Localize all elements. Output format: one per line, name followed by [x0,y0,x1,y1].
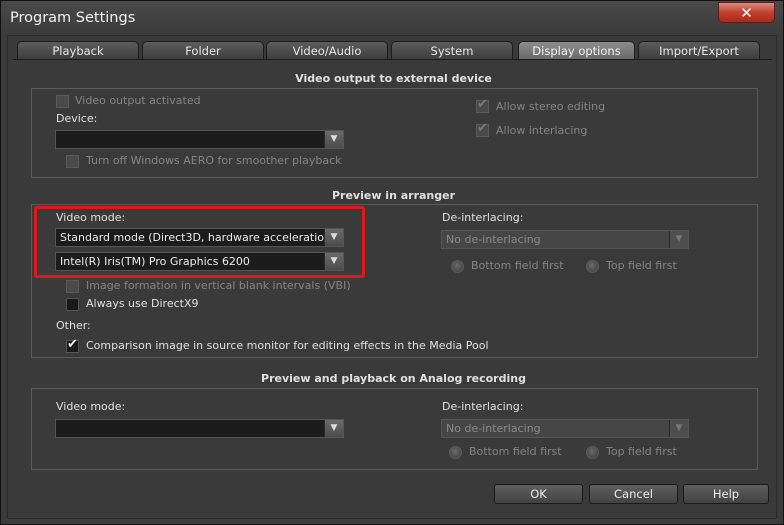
analog-top-field-label: Top field first [606,445,677,458]
aero-label: Turn off Windows AERO for smoother playb… [86,154,342,167]
deinterlacing-label: De-interlacing: [442,211,524,224]
analog-deinterlacing-value: No de-interlacing [446,422,541,435]
ok-button[interactable]: OK [494,484,583,504]
chevron-down-icon: ▼ [324,420,343,437]
deinterlacing-value: No de-interlacing [446,233,541,246]
bottom-field-label: Bottom field first [471,259,564,272]
bottom-field-radio[interactable] [451,260,464,273]
top-field-label: Top field first [606,259,677,272]
video-output-label: Video output activated [75,94,201,107]
tab-display-options[interactable]: Display options [518,41,635,59]
analog-video-mode-label: Video mode: [56,400,126,413]
chevron-down-icon: ▼ [324,131,343,148]
close-icon: ✕ [740,4,753,22]
help-button[interactable]: Help [683,484,769,504]
chevron-down-icon: ▼ [669,231,688,248]
analog-bottom-field-radio[interactable] [449,446,462,459]
device-label: Device: [56,112,98,125]
interlacing-checkbox[interactable]: ✔ [476,121,489,137]
stereo-label: Allow stereo editing [496,100,606,113]
tab-import-export[interactable]: Import/Export [638,41,760,59]
highlight-box [34,206,365,278]
analog-group-title: Preview and playback on Analog recording [261,372,526,385]
analog-deinterlacing-select[interactable]: No de-interlacing ▼ [441,419,689,438]
window-title: Program Settings [10,10,136,26]
device-select[interactable]: ▼ [55,130,344,149]
directx-checkbox[interactable] [66,298,79,311]
directx-label: Always use DirectX9 [86,297,199,310]
deinterlacing-select[interactable]: No de-interlacing ▼ [441,230,689,249]
program-settings-window: Program Settings ✕ Playback Folder Video… [0,0,784,525]
arranger-group-title: Preview in arranger [331,189,456,202]
external-group-title: Video output to external device [295,72,492,85]
tab-divider [13,59,772,60]
comparison-label: Comparison image in source monitor for e… [86,339,489,352]
title-bar[interactable]: Program Settings ✕ [1,1,783,35]
analog-top-field-radio[interactable] [586,446,599,459]
aero-checkbox[interactable] [66,155,79,168]
tab-video-audio[interactable]: Video/Audio [266,41,388,59]
tab-folder[interactable]: Folder [142,41,264,59]
video-output-checkbox[interactable] [56,95,69,108]
check-icon: ✔ [67,337,78,352]
comparison-checkbox[interactable]: ✔ [66,337,79,353]
analog-bottom-field-label: Bottom field first [469,445,562,458]
analog-video-mode-select[interactable]: ▼ [55,419,344,438]
chevron-down-icon: ▼ [669,420,688,437]
top-field-radio[interactable] [586,260,599,273]
vbi-checkbox[interactable] [66,280,79,293]
close-button[interactable]: ✕ [718,2,775,23]
check-icon: ✔ [477,97,488,112]
stereo-checkbox[interactable]: ✔ [476,97,489,113]
tab-system[interactable]: System [391,41,513,59]
analog-deinterlacing-label: De-interlacing: [442,400,524,413]
tab-playback[interactable]: Playback [17,41,139,59]
cancel-button[interactable]: Cancel [589,484,678,504]
vbi-label: Image formation in vertical blank interv… [86,279,351,292]
interlacing-label: Allow interlacing [496,124,588,137]
check-icon: ✔ [477,121,488,136]
other-label: Other: [56,319,91,332]
